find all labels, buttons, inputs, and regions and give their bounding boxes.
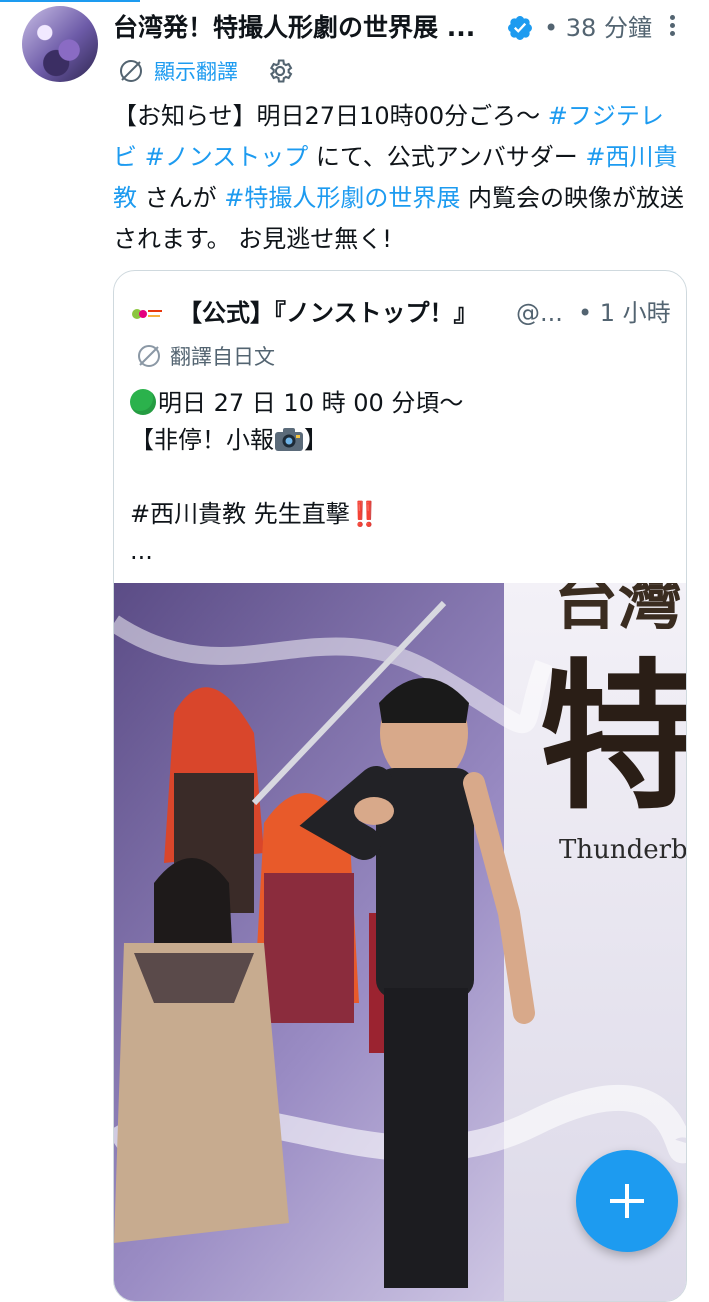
- banner-english-text: Thunderbol: [559, 835, 686, 865]
- tweet-text-segment: さんが: [137, 184, 225, 212]
- quoted-author-handle[interactable]: @...: [516, 295, 563, 331]
- camera-emoji-icon: [275, 428, 303, 451]
- show-translation-label: 顯示翻譯: [154, 60, 238, 84]
- banner-kanji-text: 特: [539, 643, 686, 831]
- hashtag-link[interactable]: #特撮人形劇の世界展: [224, 184, 460, 212]
- hashtag-link[interactable]: #ノンストップ: [145, 143, 309, 171]
- quoted-timestamp[interactable]: • 1 小時: [578, 295, 671, 331]
- show-translation-button[interactable]: 顯示翻譯: [118, 56, 238, 86]
- banner-top-text: 台灣: [554, 583, 682, 639]
- translate-globe-icon: [138, 345, 160, 367]
- quoted-line-1: 明日 27 日 10 時 00 分頃〜: [158, 389, 464, 417]
- tweet-text-segment: [137, 143, 145, 171]
- verified-badge-icon: [508, 16, 532, 40]
- quoted-tweet-text: 明日 27 日 10 時 00 分頃〜 【非停！小報 】 #西川貴教 先生直擊‼…: [130, 385, 670, 570]
- quoted-account-logo[interactable]: [128, 299, 164, 329]
- quoted-author-name[interactable]: 【公式】『ノンストップ！』: [178, 295, 478, 331]
- author-avatar[interactable]: [22, 6, 98, 82]
- green-circle-emoji-icon: [130, 389, 156, 415]
- author-name[interactable]: 台湾発！特撮人形劇の世界展 ...: [113, 10, 483, 46]
- translated-from-japanese-notice[interactable]: 翻譯自日文: [136, 341, 275, 371]
- tweet-text-segment: にて、公式アンバサダー: [308, 143, 586, 171]
- translated-from-label: 翻譯自日文: [170, 345, 275, 369]
- quoted-line-2-end: 】: [304, 426, 328, 454]
- tweet-timestamp[interactable]: • 38 分鐘: [544, 10, 652, 46]
- tweet-text: 【お知らせ】明日27日10時00分ごろ〜 #フジテレビ #ノンストップ にて、公…: [113, 96, 685, 260]
- quoted-line-2: 【非停！小報: [130, 426, 274, 454]
- translate-globe-icon: [120, 60, 142, 82]
- top-accent-bar: [0, 0, 140, 2]
- quoted-tweet-card[interactable]: 【公式】『ノンストップ！』 @... • 1 小時 翻譯自日文 明日 27 日 …: [113, 270, 687, 1302]
- quoted-line-5: ...: [130, 537, 153, 565]
- gear-icon[interactable]: [266, 57, 294, 85]
- double-exclamation-emoji-icon: ‼️: [349, 500, 380, 528]
- quoted-line-4: #西川貴教 先生直擊: [130, 500, 350, 528]
- more-vertical-icon[interactable]: [664, 12, 680, 42]
- compose-plus-button[interactable]: [576, 1150, 678, 1252]
- tweet-text-segment: 【お知らせ】明日27日10時00分ごろ〜: [113, 102, 548, 130]
